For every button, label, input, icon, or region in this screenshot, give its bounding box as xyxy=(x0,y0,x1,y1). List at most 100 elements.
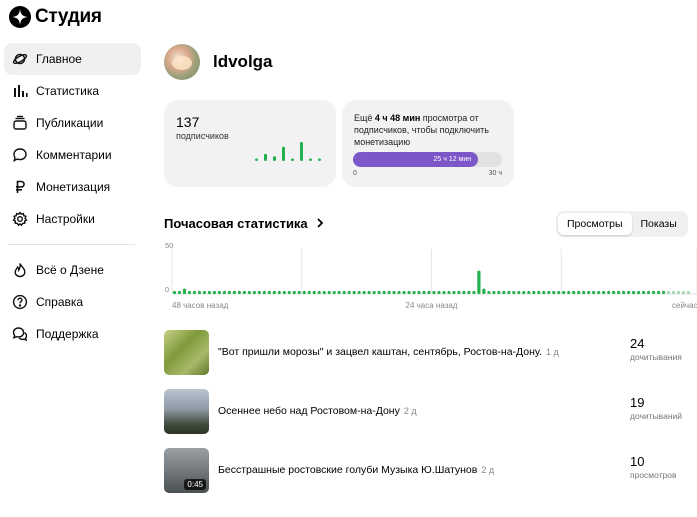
hourly-bar xyxy=(272,291,276,294)
hourly-bar xyxy=(671,291,676,294)
sidebar-item-about-zen[interactable]: Всё о Дзене xyxy=(4,254,141,286)
publication-thumbnail[interactable] xyxy=(164,329,209,375)
subscribers-trend-chart xyxy=(255,142,321,161)
hourly-bar xyxy=(661,291,666,294)
sidebar-item-support[interactable]: Поддержка xyxy=(4,318,141,350)
sidebar-item-main[interactable]: Главное xyxy=(4,43,141,75)
studio-logo[interactable]: Студия xyxy=(9,6,102,28)
sidebar-item-label: Поддержка xyxy=(36,327,99,341)
hourly-bar xyxy=(232,291,236,294)
publication-thumbnail[interactable] xyxy=(164,388,209,434)
tab-views[interactable]: Просмотры xyxy=(558,213,632,235)
hourly-bar xyxy=(432,291,436,294)
hourly-bar xyxy=(567,291,571,294)
hourly-bar xyxy=(242,291,246,294)
hourly-bar xyxy=(646,291,651,294)
chevron-right-icon xyxy=(316,216,324,231)
hourly-stats-title-text: Почасовая статистика xyxy=(164,216,308,231)
hourly-bar xyxy=(347,291,351,294)
subscribers-card[interactable]: 137 подписчиков xyxy=(164,100,336,187)
hourly-bar xyxy=(557,291,561,294)
hourly-bar xyxy=(247,291,251,294)
progress-scale-min: 0 xyxy=(353,170,357,177)
hourly-bar xyxy=(467,291,471,294)
hourly-bar xyxy=(517,291,521,294)
subscribers-trend-bar xyxy=(309,158,312,161)
publication-title-line: Бесстрашные ростовские голуби Музыка Ю.Ш… xyxy=(218,464,697,476)
hourly-bar xyxy=(182,288,187,294)
hourly-bar xyxy=(681,291,686,294)
hourly-bar xyxy=(252,291,256,294)
publication-thumbnail[interactable]: 0:45 xyxy=(164,447,209,493)
sidebar-item-label: Монетизация xyxy=(36,180,111,194)
publication-stat-label: просмотров xyxy=(630,470,677,480)
hourly-bar xyxy=(207,291,212,294)
hourly-bar xyxy=(497,291,501,294)
sidebar-item-comments[interactable]: Комментарии xyxy=(4,139,141,171)
hourly-bar xyxy=(257,291,261,294)
hourly-bar xyxy=(262,291,266,294)
sidebar-item-statistics[interactable]: Статистика xyxy=(4,75,141,107)
publication-stat: 19 дочитываний xyxy=(630,395,682,421)
hourly-bar xyxy=(402,291,406,294)
hourly-bar xyxy=(632,291,636,294)
sidebar-item-publications[interactable]: Публикации xyxy=(4,107,141,139)
hourly-metric-switch: Просмотры Показы xyxy=(556,211,688,237)
publication-title: Бесстрашные ростовские голуби Музыка Ю.Ш… xyxy=(218,464,478,476)
hourly-bar xyxy=(666,291,671,294)
publication-stat-label: дочитываний xyxy=(630,411,683,421)
publication-title: Осеннее небо над Ростовом-на-Дону xyxy=(218,405,400,417)
publication-title-line: "Вот пришли морозы" и зацвел каштан, сен… xyxy=(218,346,697,358)
hourly-bar xyxy=(217,291,222,294)
sidebar-item-label: Комментарии xyxy=(36,148,112,162)
tab-impressions[interactable]: Показы xyxy=(632,213,686,235)
publication-age: 1 д xyxy=(546,347,559,357)
zen-logo-icon xyxy=(9,6,31,28)
publication-row[interactable]: Осеннее небо над Ростовом-на-Дону 2 д 19 … xyxy=(164,388,697,434)
publications-stack-icon xyxy=(12,115,28,131)
comment-bubble-icon xyxy=(12,147,28,163)
publication-row[interactable]: 0:45 Бесстрашные ростовские голуби Музык… xyxy=(164,447,697,493)
hourly-views-chart: 50 048 часов назад 24 часа назад сейчас xyxy=(165,241,697,310)
hourly-bar xyxy=(482,288,486,294)
hourly-bar xyxy=(512,291,516,294)
hourly-bar xyxy=(547,291,551,294)
subscribers-trend-bar xyxy=(264,153,267,161)
x-tick-label: сейчас xyxy=(672,301,697,310)
monetization-card[interactable]: Ещё 4 ч 48 мин просмотра от подписчиков,… xyxy=(342,100,514,187)
question-circle-icon xyxy=(12,294,28,310)
hourly-stats-title[interactable]: Почасовая статистика xyxy=(164,216,324,231)
hourly-bar xyxy=(412,291,416,294)
publication-row[interactable]: "Вот пришли морозы" и зацвел каштан, сен… xyxy=(164,329,697,375)
subscribers-trend-bar xyxy=(255,158,258,161)
y-tick-label: 50 xyxy=(165,241,173,250)
hourly-bar xyxy=(542,291,546,294)
hourly-bar xyxy=(397,291,401,294)
hourly-bar xyxy=(477,270,481,294)
publication-title-line: Осеннее небо над Ростовом-на-Дону 2 д xyxy=(218,405,697,417)
hourly-bar xyxy=(422,291,426,294)
sidebar-item-monetization[interactable]: Монетизация xyxy=(4,171,141,203)
hourly-bar xyxy=(267,291,271,294)
monetization-progress-scale: 0 30 ч xyxy=(353,170,502,177)
hourly-bar xyxy=(592,291,596,294)
publication-age: 2 д xyxy=(481,465,495,475)
hourly-bar xyxy=(337,291,341,294)
hourly-bar xyxy=(457,291,461,294)
hourly-bar xyxy=(342,291,346,294)
y-tick-label: 0 xyxy=(165,285,169,294)
sidebar-item-label: Публикации xyxy=(36,116,104,130)
hourly-bar xyxy=(292,291,296,294)
hourly-bar xyxy=(357,291,361,294)
hourly-bar xyxy=(686,291,691,294)
sidebar-item-help[interactable]: Справка xyxy=(4,286,141,318)
hourly-bar xyxy=(452,291,456,294)
hourly-bar xyxy=(532,291,536,294)
planet-icon xyxy=(12,51,28,67)
publication-stat-value: 24 xyxy=(630,336,645,351)
sidebar-item-settings[interactable]: Настройки xyxy=(4,203,141,235)
avatar[interactable] xyxy=(164,44,200,80)
progress-scale-max: 30 ч xyxy=(488,170,502,177)
sidebar-item-label: Статистика xyxy=(36,84,100,98)
hourly-bar xyxy=(577,291,581,294)
